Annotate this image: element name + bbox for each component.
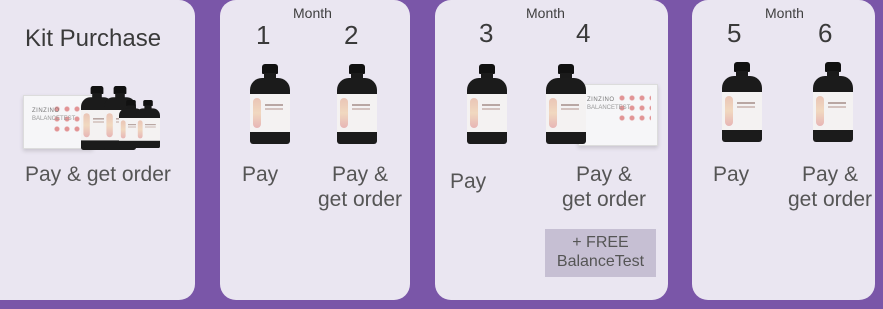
month-heading: Month xyxy=(293,5,332,21)
free-balancetest-badge: + FREE BalanceTest xyxy=(545,229,656,277)
month-1-label: Pay xyxy=(242,163,279,186)
month-5-label: Pay xyxy=(713,163,750,186)
label-line-1: Pay & xyxy=(331,163,389,186)
month-number-6: 6 xyxy=(818,18,833,48)
box-name-text: BALANCETEST xyxy=(587,105,631,111)
month-6-label: Pay & get order xyxy=(786,163,874,212)
label-line-1: Pay & xyxy=(801,163,859,186)
month-3-label: Pay xyxy=(450,170,487,193)
oil-bottle-image xyxy=(136,100,160,148)
month-number-3: 3 xyxy=(479,18,494,48)
box-brand-text: ZINZINO xyxy=(32,108,60,114)
months-5-6-panel xyxy=(692,0,875,300)
box-name-text: BALANCETEST xyxy=(32,116,76,122)
label-line-2: get order xyxy=(561,187,647,211)
kit-purchase-label: Pay & get order xyxy=(25,163,171,186)
oil-bottle-image xyxy=(337,64,377,144)
oil-bottle-image xyxy=(813,62,853,142)
month-heading: Month xyxy=(765,5,804,21)
label-line-2: get order xyxy=(317,187,403,211)
oil-bottle-image xyxy=(546,64,586,144)
month-2-label: Pay & get order xyxy=(315,163,405,212)
months-1-2-panel xyxy=(220,0,410,300)
month-number-4: 4 xyxy=(576,18,591,48)
oil-bottle-image xyxy=(467,64,507,144)
month-number-2: 2 xyxy=(344,20,359,50)
month-4-label: Pay & get order xyxy=(559,163,649,212)
test-kit-box-image: ZINZINO BALANCETEST xyxy=(578,84,658,146)
label-line-2: get order xyxy=(787,187,873,211)
box-brand-text: ZINZINO xyxy=(587,97,615,103)
month-number-1: 1 xyxy=(256,20,271,50)
month-number-5: 5 xyxy=(727,18,742,48)
oil-bottle-image xyxy=(250,64,290,144)
month-heading: Month xyxy=(526,5,565,21)
oil-bottle-image xyxy=(722,62,762,142)
badge-line-2: BalanceTest xyxy=(556,253,645,271)
kit-purchase-title: Kit Purchase xyxy=(25,25,162,52)
label-line-1: Pay & xyxy=(575,163,633,186)
badge-line-1: + FREE xyxy=(572,234,629,251)
